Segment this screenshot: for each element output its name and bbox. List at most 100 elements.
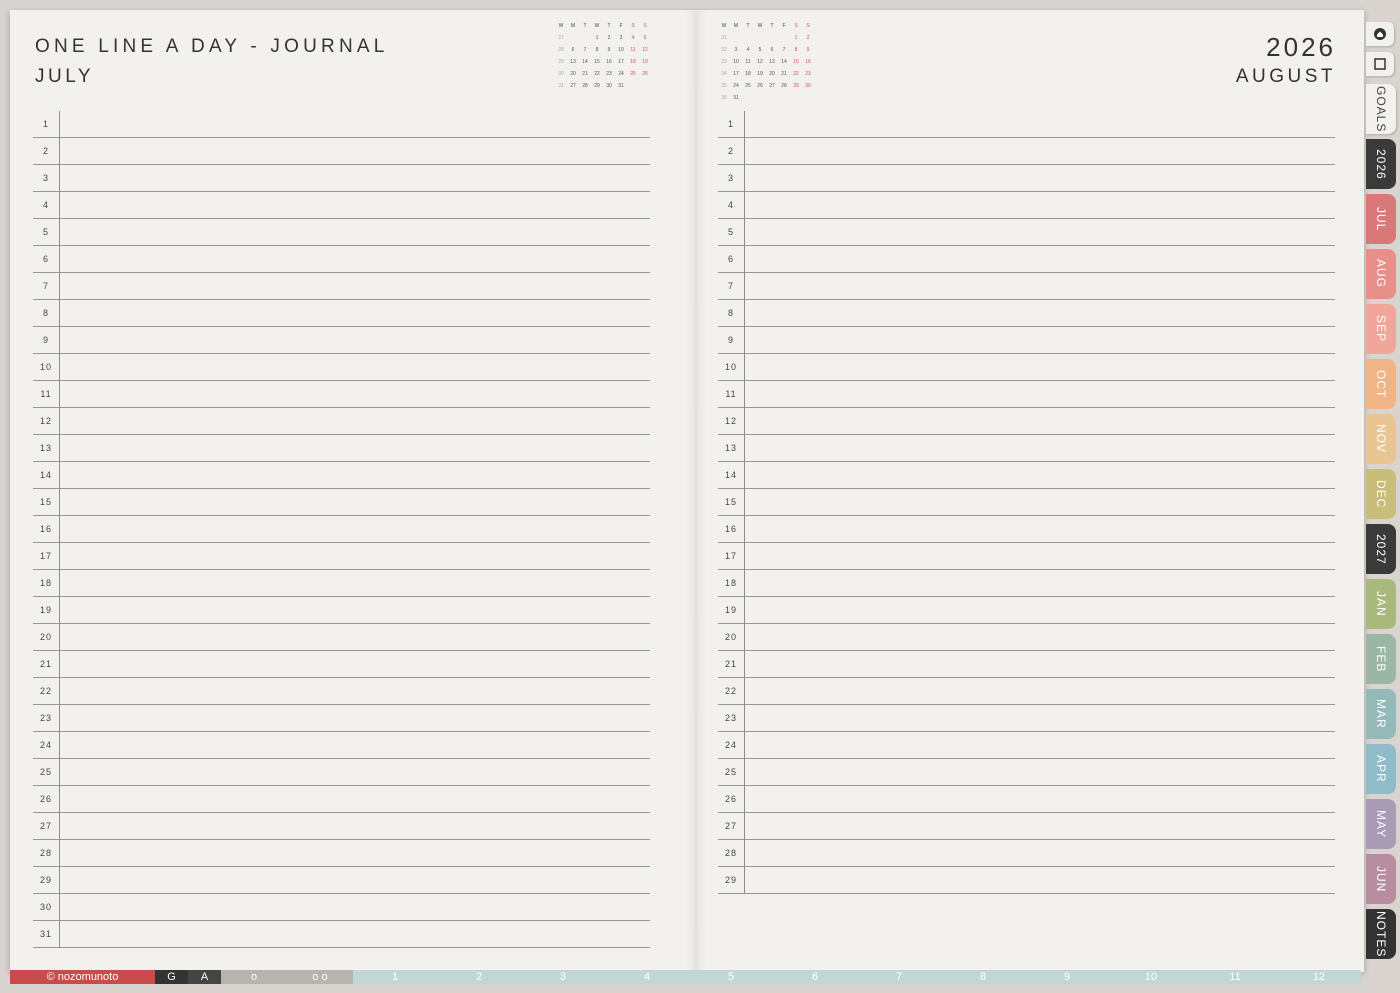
bottom-tab[interactable]: 9	[1025, 970, 1109, 984]
journal-line[interactable]: 3	[718, 165, 1335, 192]
calendar-day[interactable]: 17	[730, 68, 742, 80]
calendar-day[interactable]: 5	[754, 44, 766, 56]
calendar-day[interactable]: 11	[742, 56, 754, 68]
journal-line[interactable]: 14	[33, 462, 650, 489]
journal-line[interactable]: 21	[718, 651, 1335, 678]
journal-line[interactable]: 26	[718, 786, 1335, 813]
calendar-day[interactable]: 21	[778, 68, 790, 80]
journal-line[interactable]: 3	[33, 165, 650, 192]
journal-line[interactable]: 25	[718, 759, 1335, 786]
journal-line[interactable]: 24	[33, 732, 650, 759]
calendar-day[interactable]: 13	[766, 56, 778, 68]
calendar-day[interactable]: 2	[802, 32, 814, 44]
journal-line[interactable]: 19	[718, 597, 1335, 624]
journal-line[interactable]: 4	[33, 192, 650, 219]
calendar-day[interactable]: 1	[591, 32, 603, 44]
journal-line[interactable]: 20	[33, 624, 650, 651]
bottom-tab[interactable]: 8	[941, 970, 1025, 984]
calendar-day[interactable]: 29	[790, 80, 802, 92]
tab-sep[interactable]: SEP	[1366, 304, 1396, 354]
page-tab[interactable]	[1366, 52, 1394, 76]
journal-line[interactable]: 11	[718, 381, 1335, 408]
tab-may[interactable]: MAY	[1366, 799, 1396, 849]
journal-line[interactable]: 1	[33, 111, 650, 138]
calendar-day[interactable]: 19	[754, 68, 766, 80]
journal-line[interactable]: 15	[718, 489, 1335, 516]
journal-line[interactable]: 26	[33, 786, 650, 813]
calendar-day[interactable]: 24	[615, 68, 627, 80]
journal-line[interactable]: 28	[33, 840, 650, 867]
calendar-day[interactable]: 16	[802, 56, 814, 68]
journal-line[interactable]: 18	[33, 570, 650, 597]
bottom-tab[interactable]: 3	[521, 970, 605, 984]
calendar-day[interactable]: 30	[603, 80, 615, 92]
bottom-tab[interactable]: 7	[857, 970, 941, 984]
calendar-day[interactable]: 2	[603, 32, 615, 44]
bottom-tab[interactable]: o o	[287, 970, 353, 984]
tab-jan[interactable]: JAN	[1366, 579, 1396, 629]
calendar-day[interactable]: 27	[766, 80, 778, 92]
tab-goals[interactable]: GOALS	[1366, 84, 1396, 134]
calendar-day[interactable]: 10	[730, 56, 742, 68]
right-month-title[interactable]: AUGUST	[1236, 66, 1336, 88]
calendar-day[interactable]: 9	[802, 44, 814, 56]
journal-line[interactable]: 1	[718, 111, 1335, 138]
journal-line[interactable]: 12	[718, 408, 1335, 435]
calendar-day[interactable]: 13	[567, 56, 579, 68]
calendar-day[interactable]: 26	[754, 80, 766, 92]
calendar-day[interactable]: 4	[627, 32, 639, 44]
calendar-day[interactable]: 5	[639, 32, 651, 44]
journal-line[interactable]: 6	[718, 246, 1335, 273]
calendar-day[interactable]: 22	[790, 68, 802, 80]
journal-line[interactable]: 5	[33, 219, 650, 246]
calendar-day[interactable]: 18	[742, 68, 754, 80]
bottom-tab[interactable]: A	[188, 970, 221, 984]
calendar-day[interactable]: 3	[615, 32, 627, 44]
calendar-day[interactable]: 17	[615, 56, 627, 68]
journal-line[interactable]: 30	[33, 894, 650, 921]
calendar-day[interactable]: 19	[639, 56, 651, 68]
journal-line[interactable]: 8	[718, 300, 1335, 327]
journal-line[interactable]: 18	[718, 570, 1335, 597]
calendar-day[interactable]: 20	[766, 68, 778, 80]
journal-line[interactable]: 7	[718, 273, 1335, 300]
calendar-day[interactable]: 23	[802, 68, 814, 80]
journal-line[interactable]: 7	[33, 273, 650, 300]
calendar-day[interactable]: 4	[742, 44, 754, 56]
calendar-day[interactable]: 28	[579, 80, 591, 92]
journal-line[interactable]: 29	[718, 867, 1335, 894]
journal-line[interactable]: 27	[718, 813, 1335, 840]
calendar-day[interactable]: 6	[567, 44, 579, 56]
tab-jul[interactable]: JUL	[1366, 194, 1396, 244]
calendar-day[interactable]: 1	[790, 32, 802, 44]
year-title[interactable]: 2026	[1266, 32, 1336, 63]
journal-line[interactable]: 31	[33, 921, 650, 948]
journal-line[interactable]: 15	[33, 489, 650, 516]
calendar-day[interactable]: 12	[639, 44, 651, 56]
calendar-day[interactable]: 12	[754, 56, 766, 68]
journal-line[interactable]: 22	[33, 678, 650, 705]
calendar-day[interactable]: 7	[778, 44, 790, 56]
left-month-title[interactable]: JULY	[35, 66, 94, 88]
brand-label[interactable]: © nozomunoto	[10, 970, 155, 984]
calendar-day[interactable]: 8	[790, 44, 802, 56]
journal-line[interactable]: 12	[33, 408, 650, 435]
journal-line[interactable]: 13	[33, 435, 650, 462]
bottom-tab[interactable]: o	[221, 970, 287, 984]
journal-line[interactable]: 20	[718, 624, 1335, 651]
home-tab[interactable]	[1366, 22, 1394, 46]
calendar-day[interactable]: 7	[579, 44, 591, 56]
journal-line[interactable]: 29	[33, 867, 650, 894]
calendar-day[interactable]: 9	[603, 44, 615, 56]
calendar-day[interactable]: 29	[591, 80, 603, 92]
journal-line[interactable]: 14	[718, 462, 1335, 489]
tab-2027[interactable]: 2027	[1366, 524, 1396, 574]
calendar-day[interactable]: 24	[730, 80, 742, 92]
mini-calendar-july[interactable]: W M T W T F S S 27 1 2 3 4 5 28 6 7 8 9 10 11 12 29 13 14 15 16 17 1…	[555, 20, 651, 92]
journal-line[interactable]: 4	[718, 192, 1335, 219]
calendar-day[interactable]: 26	[639, 68, 651, 80]
calendar-day[interactable]: 15	[790, 56, 802, 68]
journal-line[interactable]: 25	[33, 759, 650, 786]
journal-line[interactable]: 9	[33, 327, 650, 354]
calendar-day[interactable]: 20	[567, 68, 579, 80]
